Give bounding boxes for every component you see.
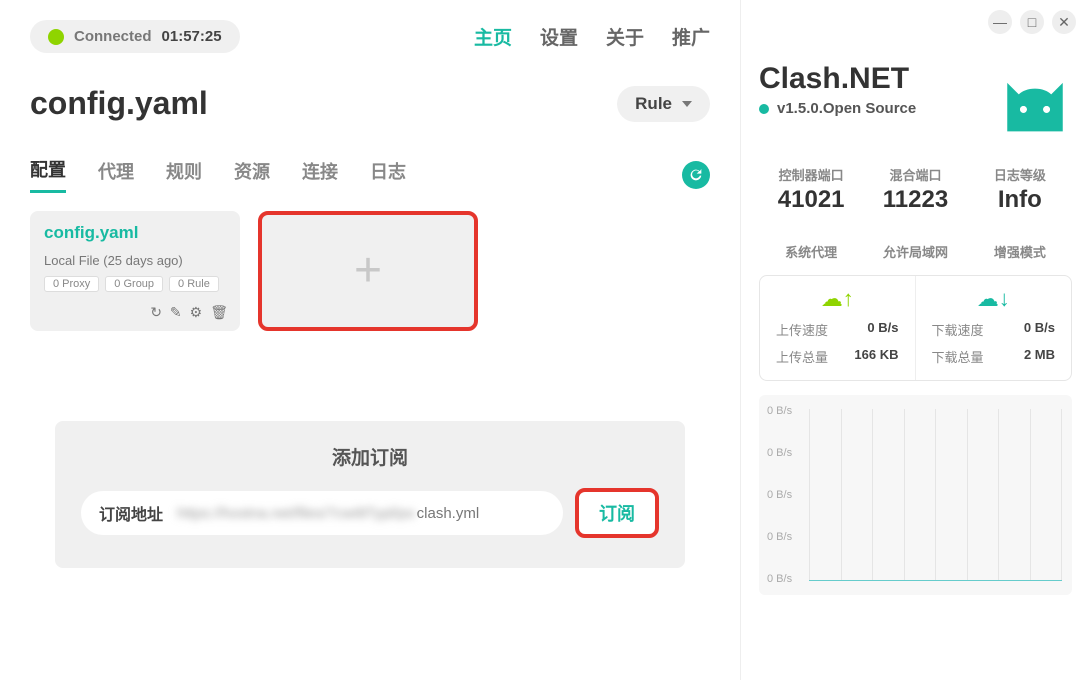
config-card-subtitle: Local File (25 days ago) bbox=[44, 253, 226, 268]
subtab-proxy[interactable]: 代理 bbox=[98, 158, 134, 192]
upload-total-label: 上传总量 bbox=[776, 347, 828, 366]
speed-card: ☁︎↑ 上传速度 0 B/s 上传总量 166 KB ☁︎↓ 下载速度 0 B/s 下… bbox=[759, 275, 1072, 381]
card-edit-icon[interactable]: ✎ bbox=[170, 304, 182, 321]
plus-icon: + bbox=[354, 247, 382, 295]
config-cards: config.yaml Local File (25 days ago) 0 P… bbox=[30, 211, 710, 331]
subscribe-label: 订阅地址 bbox=[99, 501, 163, 525]
mode-label: Rule bbox=[635, 94, 672, 114]
subtab-resources[interactable]: 资源 bbox=[234, 158, 270, 192]
config-card-badges: 0 Proxy 0 Group 0 Rule bbox=[44, 276, 226, 292]
title-row: config.yaml Rule bbox=[30, 85, 710, 122]
topbar: Connected 01:57:25 主页 设置 关于 推广 bbox=[30, 20, 710, 53]
download-total-value: 2 MB bbox=[1024, 347, 1055, 366]
side-pane: — □ ✕ Clash.NET v1.5.0.Open Source 控制器端口… bbox=[740, 0, 1090, 680]
subscribe-button[interactable]: 订阅 bbox=[575, 488, 659, 538]
subscribe-value: https://hostna.net/files/7cwI8Typl/po cl… bbox=[177, 505, 479, 522]
cat-logo-icon bbox=[998, 62, 1072, 141]
download-total-label: 下载总量 bbox=[932, 347, 984, 366]
badge-group: 0 Group bbox=[105, 276, 163, 292]
subtab-config[interactable]: 配置 bbox=[30, 156, 66, 193]
main-pane: Connected 01:57:25 主页 设置 关于 推广 config.ya… bbox=[0, 0, 740, 680]
nav-tab-settings[interactable]: 设置 bbox=[540, 23, 578, 50]
connection-status: Connected 01:57:25 bbox=[30, 20, 240, 53]
upload-col: ☁︎↑ 上传速度 0 B/s 上传总量 166 KB bbox=[760, 276, 916, 380]
mixed-port-label: 混合端口 bbox=[863, 165, 967, 184]
config-card-title: config.yaml bbox=[44, 223, 226, 243]
card-refresh-icon[interactable]: ↻ bbox=[150, 304, 162, 321]
subtab-connections[interactable]: 连接 bbox=[302, 158, 338, 192]
switch-system-proxy[interactable]: 系统代理 bbox=[759, 242, 863, 261]
log-level-value: Info bbox=[968, 186, 1072, 214]
upload-total-value: 166 KB bbox=[854, 347, 898, 366]
subscribe-value-hidden: https://hostna.net/files/7cwI8Typl/po bbox=[177, 505, 415, 522]
app-name: Clash.NET bbox=[759, 62, 986, 96]
status-label: Connected bbox=[74, 28, 152, 45]
version-row: v1.5.0.Open Source bbox=[759, 100, 986, 117]
chart-baseline bbox=[809, 580, 1062, 581]
download-rate-value: 0 B/s bbox=[1024, 320, 1055, 339]
controller-port-value: 41021 bbox=[759, 186, 863, 214]
subscribe-panel: 添加订阅 订阅地址 https://hostna.net/files/7cwI8… bbox=[55, 421, 685, 568]
card-settings-icon[interactable]: ⚙ bbox=[190, 304, 203, 321]
maximize-button[interactable]: □ bbox=[1020, 10, 1044, 34]
ytick: 0 B/s bbox=[767, 405, 792, 417]
badge-rule: 0 Rule bbox=[169, 276, 219, 292]
download-col: ☁︎↓ 下载速度 0 B/s 下载总量 2 MB bbox=[916, 276, 1072, 380]
chart-gridlines bbox=[809, 409, 1062, 581]
add-config-card[interactable]: + bbox=[258, 211, 478, 331]
refresh-icon bbox=[688, 167, 704, 183]
mode-dropdown[interactable]: Rule bbox=[617, 86, 710, 122]
status-dot-icon bbox=[48, 29, 64, 45]
subscribe-input[interactable]: 订阅地址 https://hostna.net/files/7cwI8Typl/… bbox=[81, 491, 563, 535]
nav-tab-promo[interactable]: 推广 bbox=[672, 23, 710, 50]
nav-tab-home[interactable]: 主页 bbox=[474, 23, 512, 50]
version-text: v1.5.0.Open Source bbox=[777, 100, 916, 117]
mixed-port-value: 11223 bbox=[863, 186, 967, 214]
chart-y-labels: 0 B/s 0 B/s 0 B/s 0 B/s 0 B/s bbox=[767, 405, 792, 585]
badge-proxy: 0 Proxy bbox=[44, 276, 99, 292]
subscribe-heading: 添加订阅 bbox=[81, 443, 659, 470]
traffic-chart: 0 B/s 0 B/s 0 B/s 0 B/s 0 B/s bbox=[759, 395, 1072, 595]
ytick: 0 B/s bbox=[767, 573, 792, 585]
upload-cloud-icon: ☁︎↑ bbox=[821, 286, 854, 312]
card-delete-icon[interactable]: 🗑 bbox=[210, 304, 228, 321]
config-card[interactable]: config.yaml Local File (25 days ago) 0 P… bbox=[30, 211, 240, 331]
brand-row: Clash.NET v1.5.0.Open Source bbox=[759, 62, 1072, 141]
switch-allow-lan[interactable]: 允许局域网 bbox=[863, 242, 967, 261]
upload-rate-value: 0 B/s bbox=[867, 320, 898, 339]
switch-enhanced-mode[interactable]: 增强模式 bbox=[968, 242, 1072, 261]
log-level-label: 日志等级 bbox=[968, 165, 1072, 184]
download-cloud-icon: ☁︎↓ bbox=[977, 286, 1010, 312]
nav-tab-about[interactable]: 关于 bbox=[606, 23, 644, 50]
status-uptime: 01:57:25 bbox=[162, 28, 222, 45]
ytick: 0 B/s bbox=[767, 489, 792, 501]
page-title: config.yaml bbox=[30, 85, 208, 122]
download-rate-label: 下载速度 bbox=[932, 320, 984, 339]
upload-rate-label: 上传速度 bbox=[776, 320, 828, 339]
refresh-button[interactable] bbox=[682, 161, 710, 189]
controller-port-label: 控制器端口 bbox=[759, 165, 863, 184]
subtab-logs[interactable]: 日志 bbox=[370, 158, 406, 192]
subscribe-value-tail: clash.yml bbox=[417, 505, 480, 522]
close-button[interactable]: ✕ bbox=[1052, 10, 1076, 34]
config-card-actions: ↻ ✎ ⚙ 🗑 bbox=[150, 304, 228, 321]
version-dot-icon bbox=[759, 104, 769, 114]
switch-row: 系统代理 允许局域网 增强模式 bbox=[759, 242, 1072, 261]
ytick: 0 B/s bbox=[767, 447, 792, 459]
ytick: 0 B/s bbox=[767, 531, 792, 543]
sub-tabs: 配置 代理 规则 资源 连接 日志 bbox=[30, 156, 710, 193]
subscribe-row: 订阅地址 https://hostna.net/files/7cwI8Typl/… bbox=[81, 488, 659, 538]
minimize-button[interactable]: — bbox=[988, 10, 1012, 34]
nav-tabs: 主页 设置 关于 推广 bbox=[474, 23, 710, 50]
chevron-down-icon bbox=[682, 101, 692, 107]
info-grid: 控制器端口 41021 混合端口 11223 日志等级 Info bbox=[759, 165, 1072, 214]
subtab-rules[interactable]: 规则 bbox=[166, 158, 202, 192]
window-controls: — □ ✕ bbox=[988, 10, 1076, 34]
